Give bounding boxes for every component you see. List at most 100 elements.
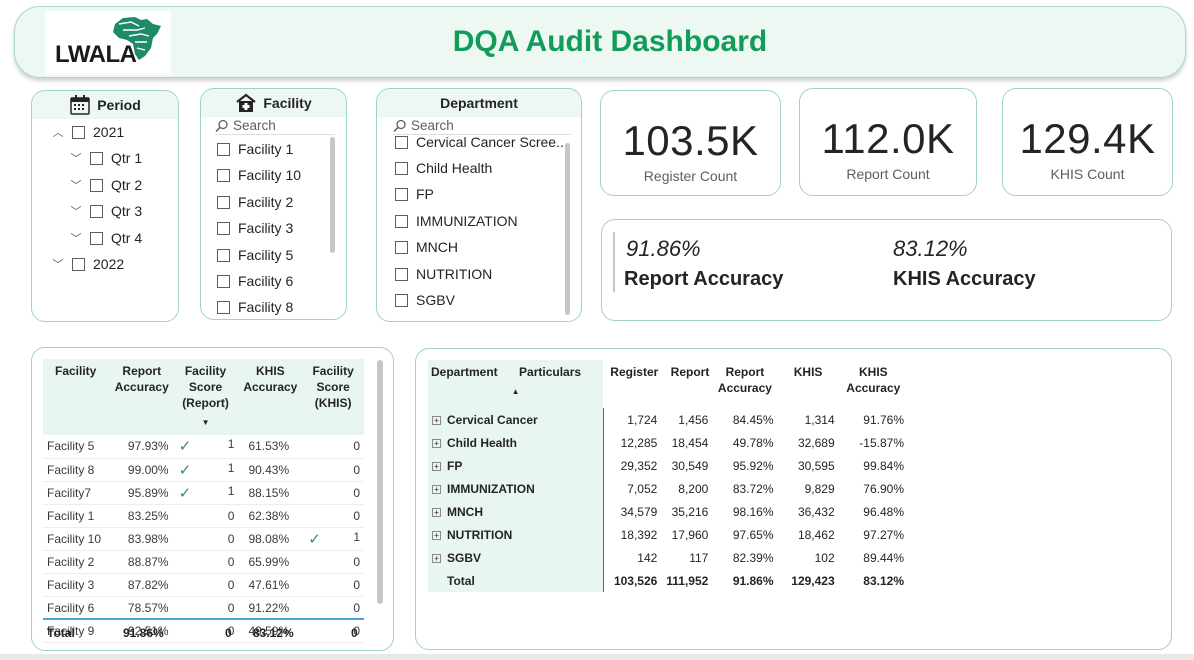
column-header-khis[interactable]: KHIS: [777, 360, 839, 408]
department-item[interactable]: NUTRITION: [395, 266, 492, 282]
column-header-report-accuracy[interactable]: Report Accuracy: [110, 359, 173, 435]
department-cell[interactable]: + NUTRITION: [428, 523, 604, 546]
expand-icon[interactable]: +: [432, 507, 441, 517]
table-row[interactable]: Facility 6 78.57% 0 91.22% 0: [43, 596, 364, 620]
search-placeholder: Search: [411, 118, 454, 133]
department-slicer-scrollbar[interactable]: [565, 143, 570, 315]
department-item[interactable]: Cervical Cancer Scree...: [395, 134, 568, 150]
checkbox[interactable]: [395, 161, 408, 175]
chevron-down-icon[interactable]: ﹀: [70, 177, 82, 193]
checkbox[interactable]: [217, 195, 230, 209]
period-item-qtr3[interactable]: ﹀ Qtr 3: [70, 203, 143, 219]
matrix-row[interactable]: + NUTRITION 18,392 17,960 97.65% 18,462 97.27%: [428, 523, 908, 546]
department-cell[interactable]: + Child Health: [428, 431, 604, 454]
report-cell: 18,454: [671, 435, 709, 450]
facility-item[interactable]: Facility 3: [217, 220, 293, 236]
department-item-label: Cervical Cancer Scree...: [416, 134, 568, 150]
matrix-row[interactable]: + MNCH 34,579 35,216 98.16% 36,432 96.48%: [428, 500, 908, 523]
expand-icon[interactable]: +: [432, 553, 441, 563]
facility-item[interactable]: Facility 1: [217, 141, 293, 157]
expand-icon[interactable]: +: [432, 461, 441, 471]
facility-item[interactable]: Facility 8: [217, 299, 293, 315]
department-item[interactable]: IMMUNIZATION: [395, 213, 518, 229]
expand-icon[interactable]: +: [432, 438, 441, 448]
column-header-khis-accuracy[interactable]: KHIS Accuracy: [238, 359, 303, 435]
facility-item[interactable]: Facility 6: [217, 273, 293, 289]
department-item[interactable]: Child Health: [395, 160, 492, 176]
table-row[interactable]: Facility 2 88.87% 0 65.99% 0: [43, 550, 364, 574]
department-item[interactable]: SGBV: [395, 292, 455, 308]
table-row[interactable]: Facility 3 87.82% 0 47.61% 0: [43, 573, 364, 597]
department-cell[interactable]: + SGBV: [428, 546, 604, 569]
facility-item[interactable]: Facility 2: [217, 194, 293, 210]
period-item-qtr1[interactable]: ﹀ Qtr 1: [70, 150, 143, 166]
register-count-value: 103.5K: [622, 117, 759, 164]
report-accuracy-cell: 83.25%: [110, 504, 173, 528]
period-item-2022[interactable]: ﹀ 2022: [52, 256, 125, 272]
facility-item[interactable]: Facility 5: [217, 247, 293, 263]
matrix-row[interactable]: + Cervical Cancer 1,724 1,456 84.45% 1,314 91.…: [428, 408, 908, 431]
chevron-down-icon[interactable]: ﹀: [70, 150, 82, 166]
department-cell[interactable]: + FP: [428, 454, 604, 477]
checkbox[interactable]: [72, 125, 85, 139]
table-row[interactable]: Facility7 95.89% ✓ 1 88.15% 0: [43, 481, 364, 505]
chevron-up-icon[interactable]: ︿: [52, 124, 64, 140]
period-item-qtr4[interactable]: ﹀ Qtr 4: [70, 230, 143, 246]
matrix-row[interactable]: + Child Health 12,285 18,454 49.78% 32,689 -15…: [428, 431, 908, 454]
column-header-report-accuracy[interactable]: Report Accuracy: [712, 360, 778, 408]
column-header-department-particulars[interactable]: Department Particulars ▲: [428, 360, 604, 408]
column-header-facility-score-report[interactable]: Facility Score (Report) ▼: [172, 359, 239, 435]
department-cell[interactable]: + MNCH: [428, 500, 604, 523]
department-cell[interactable]: + Cervical Cancer: [428, 408, 604, 431]
facility-search-input[interactable]: Search: [215, 117, 335, 135]
period-item-label: 2022: [93, 256, 125, 272]
checkbox[interactable]: [72, 257, 85, 271]
checkbox[interactable]: [217, 274, 230, 288]
checkbox[interactable]: [395, 240, 408, 254]
period-item-qtr2[interactable]: ﹀ Qtr 2: [70, 177, 143, 193]
column-header-facility-score-khis[interactable]: Facility Score (KHIS): [302, 359, 364, 435]
department-item[interactable]: FP: [395, 186, 434, 202]
checkbox[interactable]: [395, 293, 408, 307]
column-header-report[interactable]: Report: [661, 360, 713, 408]
matrix-row[interactable]: + FP 29,352 30,549 95.92% 30,595 99.84%: [428, 454, 908, 477]
checkbox[interactable]: [217, 142, 230, 156]
checkbox[interactable]: [217, 221, 230, 235]
checkbox[interactable]: [395, 187, 408, 201]
chevron-down-icon[interactable]: ﹀: [70, 203, 82, 219]
column-header-register[interactable]: Register: [603, 360, 662, 408]
report-acc-cell: 98.16%: [732, 504, 774, 519]
matrix-row[interactable]: + SGBV 142 117 82.39% 102 89.44%: [428, 546, 908, 569]
table-row[interactable]: Facility 10 83.98% 0 98.08% ✓ 1: [43, 527, 364, 551]
checkbox[interactable]: [395, 267, 408, 281]
checkbox[interactable]: [90, 178, 103, 192]
department-item[interactable]: MNCH: [395, 239, 458, 255]
checkbox[interactable]: [217, 168, 230, 182]
chevron-down-icon[interactable]: ﹀: [70, 230, 82, 246]
chevron-down-icon[interactable]: ﹀: [52, 256, 64, 272]
checkmark-icon: ✓: [178, 438, 192, 456]
register-cell: 18,392: [620, 527, 658, 542]
checkbox[interactable]: [90, 231, 103, 245]
department-cell[interactable]: + IMMUNIZATION: [428, 477, 604, 500]
table-row[interactable]: Facility 8 99.00% ✓ 1 90.43% 0: [43, 458, 364, 482]
expand-icon[interactable]: +: [432, 484, 441, 494]
checkbox[interactable]: [217, 300, 230, 314]
column-header-khis-accuracy[interactable]: KHIS Accuracy: [838, 360, 908, 408]
matrix-row[interactable]: + IMMUNIZATION 7,052 8,200 83.72% 9,829 76.90%: [428, 477, 908, 500]
expand-icon[interactable]: +: [432, 530, 441, 540]
table-row[interactable]: Facility 1 83.25% 0 62.38% 0: [43, 504, 364, 528]
checkbox[interactable]: [217, 248, 230, 262]
period-item-2021[interactable]: ︿ 2021: [52, 124, 125, 140]
checkbox[interactable]: [395, 214, 408, 228]
department-search-input[interactable]: Search: [393, 117, 571, 135]
checkbox[interactable]: [395, 135, 408, 149]
checkbox[interactable]: [90, 204, 103, 218]
facility-item[interactable]: Facility 10: [217, 167, 301, 183]
facility-slicer-scrollbar[interactable]: [330, 137, 335, 253]
column-header-facility[interactable]: Facility: [43, 359, 111, 435]
table-scrollbar[interactable]: [377, 360, 383, 604]
expand-icon[interactable]: +: [432, 415, 441, 425]
table-row[interactable]: Facility 5 97.93% ✓ 1 61.53% 0: [43, 435, 364, 459]
checkbox[interactable]: [90, 151, 103, 165]
